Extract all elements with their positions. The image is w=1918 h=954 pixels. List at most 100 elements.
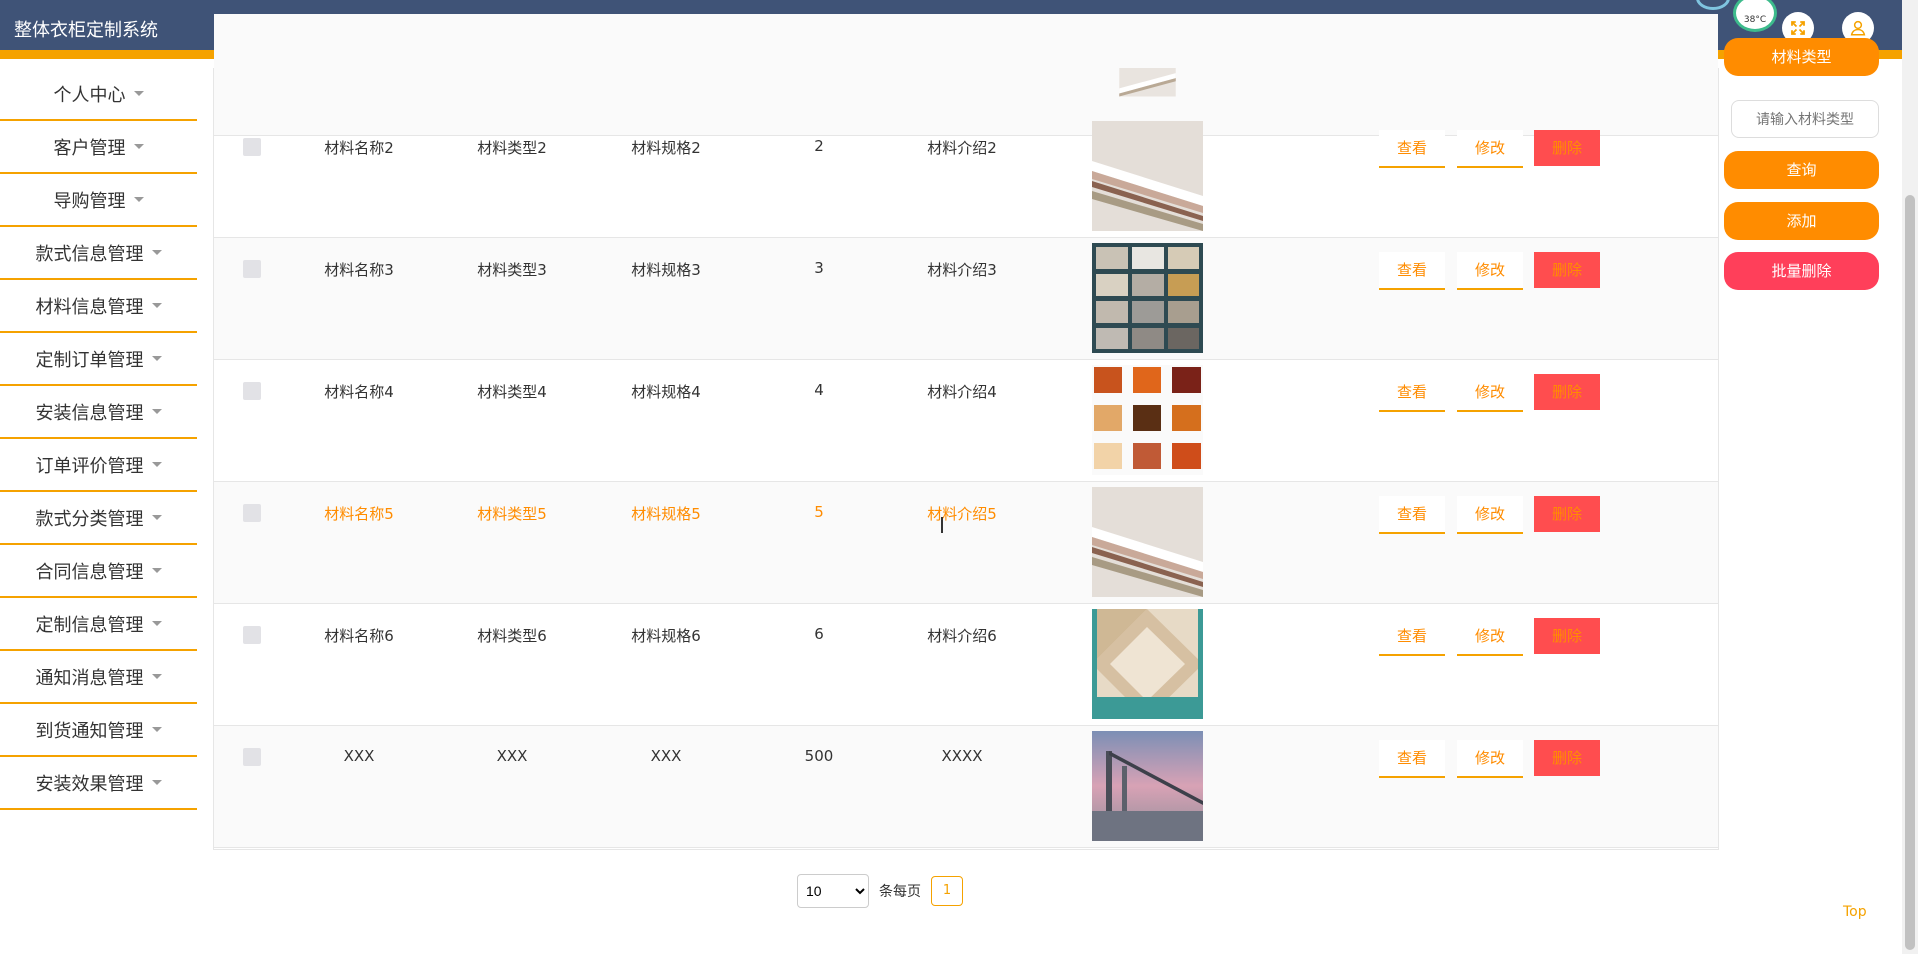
sidebar-item-materials[interactable]: 材料信息管理: [0, 280, 197, 333]
material-image: [1092, 731, 1203, 841]
material-type: 材料类型3: [477, 261, 547, 279]
sidebar-item-label: 安装信息管理: [35, 402, 144, 424]
sidebar-item-style-categories[interactable]: 款式分类管理: [0, 492, 197, 545]
material-intro: 材料介绍2: [927, 139, 997, 157]
material-intro: 材料介绍4: [927, 383, 997, 401]
delete-button[interactable]: 删除: [1534, 252, 1600, 288]
sidebar-item-profile[interactable]: 个人中心: [0, 68, 197, 121]
material-name: XXX: [343, 747, 375, 765]
delete-button[interactable]: 删除: [1534, 374, 1600, 410]
delete-button[interactable]: 删除: [1534, 740, 1600, 776]
row-checkbox[interactable]: [243, 138, 261, 156]
material-qty: 5: [814, 503, 824, 521]
pagination: 10 条每页 1: [797, 874, 963, 908]
material-spec: XXX: [650, 747, 682, 765]
sidebar-item-label: 合同信息管理: [35, 561, 144, 583]
sidebar-item-install-effects[interactable]: 安装效果管理: [0, 757, 197, 810]
view-button[interactable]: 查看: [1379, 374, 1445, 412]
materials-table: 材料名称2 材料类型2 材料规格2 2 材料介绍2 查看 修改 删除 材料名称3…: [213, 14, 1719, 850]
sidebar: 个人中心 客户管理 导购管理 款式信息管理 材料信息管理 定制订单管理 安装信息…: [0, 68, 197, 810]
text-cursor: [941, 517, 943, 533]
view-button[interactable]: 查看: [1379, 130, 1445, 168]
material-intro: 材料介绍6: [927, 627, 997, 645]
table-row[interactable]: XXX XXX XXX 500 XXXX 查看 修改 删除: [214, 726, 1718, 848]
sidebar-item-label: 材料信息管理: [35, 296, 144, 318]
caret-down-icon: [151, 409, 162, 414]
table-row[interactable]: 材料名称2 材料类型2 材料规格2 2 材料介绍2 查看 修改 删除: [214, 116, 1718, 238]
table-row[interactable]: 材料名称4 材料类型4 材料规格4 4 材料介绍4 查看 修改 删除: [214, 360, 1718, 482]
view-button[interactable]: 查看: [1379, 252, 1445, 290]
edit-button[interactable]: 修改: [1457, 618, 1523, 656]
view-button[interactable]: 查看: [1379, 618, 1445, 656]
material-spec: 材料规格6: [631, 627, 701, 645]
delete-button[interactable]: 删除: [1534, 130, 1600, 166]
back-to-top-link[interactable]: Top: [1843, 904, 1867, 920]
material-image: [1092, 365, 1203, 475]
material-qty: 4: [814, 381, 824, 399]
sidebar-item-customers[interactable]: 客户管理: [0, 121, 197, 174]
view-button[interactable]: 查看: [1379, 740, 1445, 778]
table-row[interactable]: 材料名称3 材料类型3 材料规格3 3 材料介绍3 查看 修改 删除: [214, 238, 1718, 360]
material-name: 材料名称4: [324, 383, 394, 401]
caret-down-icon: [151, 727, 162, 732]
page-number-current[interactable]: 1: [931, 876, 963, 906]
caret-down-icon: [151, 356, 162, 361]
row-checkbox[interactable]: [243, 260, 261, 278]
app-title: 整体衣柜定制系统: [14, 20, 158, 41]
page-scrollbar[interactable]: [1902, 0, 1918, 954]
page-size-select[interactable]: 10: [797, 874, 869, 908]
view-button[interactable]: 查看: [1379, 496, 1445, 534]
material-qty: 6: [814, 625, 824, 643]
caret-down-icon: [151, 568, 162, 573]
add-button[interactable]: 添加: [1724, 202, 1879, 240]
row-checkbox[interactable]: [243, 748, 261, 766]
sidebar-item-guides[interactable]: 导购管理: [0, 174, 197, 227]
sidebar-item-notifications[interactable]: 通知消息管理: [0, 651, 197, 704]
material-type-input[interactable]: [1731, 100, 1879, 138]
edit-button[interactable]: 修改: [1457, 130, 1523, 168]
material-spec: 材料规格5: [631, 505, 701, 523]
sidebar-item-arrivals[interactable]: 到货通知管理: [0, 704, 197, 757]
edit-button[interactable]: 修改: [1457, 496, 1523, 534]
material-spec: 材料规格4: [631, 383, 701, 401]
sidebar-item-label: 个人中心: [53, 84, 126, 106]
caret-down-icon: [133, 144, 144, 149]
delete-button[interactable]: 删除: [1534, 618, 1600, 654]
material-spec: 材料规格3: [631, 261, 701, 279]
batch-delete-button[interactable]: 批量删除: [1724, 252, 1879, 290]
sidebar-item-label: 定制信息管理: [35, 614, 144, 636]
sidebar-item-installation[interactable]: 安装信息管理: [0, 386, 197, 439]
sidebar-item-label: 通知消息管理: [35, 667, 144, 689]
sidebar-item-custom-info[interactable]: 定制信息管理: [0, 598, 197, 651]
material-image: [1092, 121, 1203, 231]
material-type: 材料类型4: [477, 383, 547, 401]
edit-button[interactable]: 修改: [1457, 740, 1523, 778]
row-checkbox[interactable]: [243, 382, 261, 400]
search-button[interactable]: 查询: [1724, 151, 1879, 189]
sidebar-item-styles[interactable]: 款式信息管理: [0, 227, 197, 280]
caret-down-icon: [151, 303, 162, 308]
sidebar-item-label: 安装效果管理: [35, 773, 144, 795]
sidebar-item-contracts[interactable]: 合同信息管理: [0, 545, 197, 598]
row-checkbox[interactable]: [243, 504, 261, 522]
edit-button[interactable]: 修改: [1457, 374, 1523, 412]
caret-down-icon: [151, 780, 162, 785]
scrollbar-thumb[interactable]: [1905, 195, 1915, 950]
sidebar-item-reviews[interactable]: 订单评价管理: [0, 439, 197, 492]
caret-down-icon: [133, 197, 144, 202]
material-type: 材料类型6: [477, 627, 547, 645]
sidebar-item-label: 定制订单管理: [35, 349, 144, 371]
material-type: XXX: [496, 747, 528, 765]
caret-down-icon: [151, 462, 162, 467]
row-checkbox[interactable]: [243, 626, 261, 644]
edit-button[interactable]: 修改: [1457, 252, 1523, 290]
sidebar-item-label: 款式分类管理: [35, 508, 144, 530]
sidebar-item-label: 导购管理: [53, 190, 126, 212]
material-name: 材料名称5: [324, 505, 394, 523]
table-row[interactable]: 材料名称6 材料类型6 材料规格6 6 材料介绍6 查看 修改 删除: [214, 604, 1718, 726]
table-row[interactable]: 材料名称5 材料类型5 材料规格5 5 材料介绍5 查看 修改 删除: [214, 482, 1718, 604]
sidebar-item-label: 客户管理: [53, 137, 126, 159]
delete-button[interactable]: 删除: [1534, 496, 1600, 532]
sidebar-item-custom-orders[interactable]: 定制订单管理: [0, 333, 197, 386]
material-qty: 2: [814, 137, 824, 155]
